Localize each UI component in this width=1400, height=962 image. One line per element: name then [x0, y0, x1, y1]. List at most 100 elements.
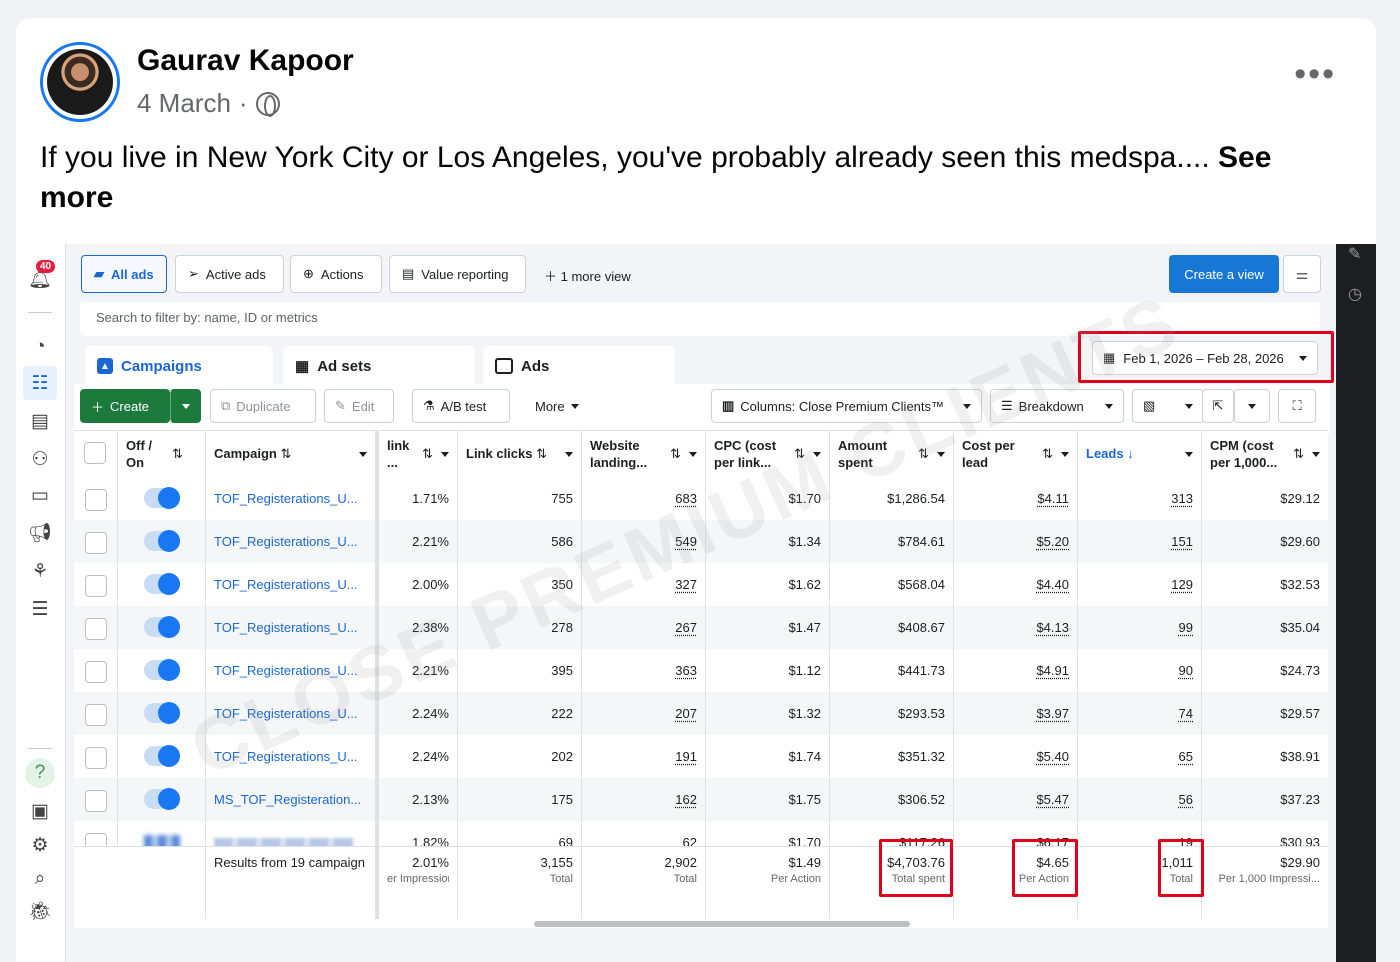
megaphone-icon[interactable]: 📢︎: [27, 520, 53, 546]
chart-icon[interactable]: ⛶: [1278, 389, 1316, 423]
menu-icon[interactable]: ☰: [27, 596, 53, 622]
post-date[interactable]: 4 March: [137, 88, 231, 119]
campaign-toggle[interactable]: [144, 702, 180, 724]
bug-icon[interactable]: 🐞︎: [27, 898, 53, 924]
col-cpc[interactable]: CPC (cost per link... ⇅: [706, 431, 830, 477]
col-amount-spent[interactable]: Amount spent ⇅: [830, 431, 954, 477]
campaign-toggle[interactable]: [144, 659, 180, 681]
date-range-picker[interactable]: ▦ Feb 1, 2026 – Feb 28, 2026: [1092, 341, 1318, 375]
cell-leads[interactable]: 56: [1078, 778, 1202, 821]
col-cost-per-lead[interactable]: Cost per lead ⇅: [954, 431, 1078, 477]
campaign-name[interactable]: TOF_Registerations_U...: [206, 520, 376, 563]
news-icon[interactable]: ▣: [27, 798, 53, 824]
cell-cpl[interactable]: $5.40: [954, 735, 1078, 778]
cell-landing[interactable]: 162: [582, 778, 706, 821]
breakdown-dropdown[interactable]: ☰ Breakdown: [990, 389, 1124, 423]
cell-landing[interactable]: 683: [582, 477, 706, 520]
campaign-toggle[interactable]: [144, 616, 180, 638]
col-ctr[interactable]: link ... ⇅: [376, 431, 458, 477]
columns-dropdown[interactable]: ▥ Columns: Close Premium Clients™: [711, 389, 982, 423]
table-row[interactable]: TOF_Registerations_U... 2.21% 586 549 $1.34 $…: [74, 520, 1328, 563]
sliders-icon[interactable]: ⚌: [1283, 255, 1321, 293]
cell-cpl[interactable]: $4.91: [954, 649, 1078, 692]
more-options-icon[interactable]: •••: [1294, 57, 1336, 91]
row-checkbox[interactable]: [85, 618, 107, 640]
col-cpm[interactable]: CPM (cost per 1,000... ⇅: [1202, 431, 1328, 477]
row-checkbox[interactable]: [85, 532, 107, 554]
cell-landing[interactable]: 327: [582, 563, 706, 606]
col-link-clicks[interactable]: Link clicks ⇅: [458, 431, 582, 477]
cell-cpl[interactable]: $4.40: [954, 563, 1078, 606]
campaign-toggle[interactable]: [144, 573, 180, 595]
campaign-name[interactable]: TOF_Registerations_U...: [206, 477, 376, 520]
campaign-name[interactable]: TOF_Registerations_U...: [206, 735, 376, 778]
campaign-toggle[interactable]: [144, 487, 180, 509]
more-button[interactable]: More: [524, 389, 588, 423]
author-name[interactable]: Gaurav Kapoor: [137, 44, 354, 78]
col-leads[interactable]: Leads ↓: [1078, 431, 1202, 477]
cell-landing[interactable]: 267: [582, 606, 706, 649]
select-all-checkbox[interactable]: [84, 442, 106, 464]
cell-leads[interactable]: 74: [1078, 692, 1202, 735]
edit-button[interactable]: ✎ Edit: [324, 389, 394, 423]
row-checkbox[interactable]: [85, 575, 107, 597]
cell-leads[interactable]: 313: [1078, 477, 1202, 520]
cell-leads[interactable]: 99: [1078, 606, 1202, 649]
billing-card-icon[interactable]: ▭: [27, 482, 53, 508]
cell-landing[interactable]: 207: [582, 692, 706, 735]
cell-cpl[interactable]: $4.13: [954, 606, 1078, 649]
cell-cpl[interactable]: $5.20: [954, 520, 1078, 563]
table-row[interactable]: TOF_Registerations_U... 2.24% 202 191 $1.74 $…: [74, 735, 1328, 778]
cell-cpl[interactable]: $3.97: [954, 692, 1078, 735]
cell-landing[interactable]: 549: [582, 520, 706, 563]
tab-active-ads[interactable]: ➢ Active ads: [175, 255, 284, 293]
table-row[interactable]: MS_TOF_Registeration... 2.13% 175 162 $1.75 $…: [74, 778, 1328, 821]
gauge-icon[interactable]: ◔: [27, 334, 53, 360]
row-checkbox[interactable]: [85, 747, 107, 769]
table-row[interactable]: TOF_Registerations_U... 2.00% 350 327 $1.62 $…: [74, 563, 1328, 606]
export-icon[interactable]: ⇱: [1202, 389, 1234, 423]
table-row[interactable]: TOF_Registerations_U... 1.71% 755 683 $1.70 $…: [74, 477, 1328, 520]
gear-icon[interactable]: ⚙: [27, 832, 53, 858]
cell-leads[interactable]: 90: [1078, 649, 1202, 692]
tab-value-reporting[interactable]: ▤ Value reporting: [389, 255, 526, 293]
table-row[interactable]: TOF_Registerations_U... 2.38% 278 267 $1.47 $…: [74, 606, 1328, 649]
tab-ads[interactable]: Ads: [483, 346, 675, 386]
create-view-button[interactable]: Create a view: [1169, 255, 1279, 293]
reports-dropdown[interactable]: ▧: [1132, 389, 1204, 423]
row-checkbox[interactable]: [85, 489, 107, 511]
table-icon[interactable]: ☷: [23, 366, 57, 400]
campaign-name[interactable]: MS_TOF_Registeration...: [206, 778, 376, 821]
create-button[interactable]: ＋ Create: [80, 389, 170, 423]
globe-icon[interactable]: [255, 91, 280, 117]
row-checkbox[interactable]: [85, 661, 107, 683]
campaign-name[interactable]: TOF_Registerations_U...: [206, 692, 376, 735]
pages-icon[interactable]: ▤: [27, 408, 53, 434]
cell-cpl[interactable]: $5.47: [954, 778, 1078, 821]
cell-leads[interactable]: 65: [1078, 735, 1202, 778]
cell-landing[interactable]: 191: [582, 735, 706, 778]
campaign-toggle[interactable]: [144, 745, 180, 767]
campaign-toggle[interactable]: [144, 530, 180, 552]
campaign-name[interactable]: TOF_Registerations_U...: [206, 649, 376, 692]
row-checkbox[interactable]: [85, 704, 107, 726]
tab-all-ads[interactable]: ▰ All ads: [81, 255, 167, 293]
help-icon[interactable]: ?: [25, 758, 55, 788]
audiences-icon[interactable]: ⚇: [27, 446, 53, 472]
search-icon[interactable]: ⌕: [27, 866, 53, 892]
campaign-name[interactable]: TOF_Registerations_U...: [206, 563, 376, 606]
duplicate-button[interactable]: ⧉ Duplicate: [210, 389, 316, 423]
more-view-link[interactable]: ＋ 1 more view: [544, 266, 631, 285]
ab-test-button[interactable]: ⚗ A/B test: [412, 389, 510, 423]
tab-campaigns[interactable]: ▲ Campaigns: [85, 346, 273, 386]
pencil-icon[interactable]: ✎: [1348, 244, 1361, 264]
table-row[interactable]: TOF_Registerations_U... 2.24% 222 207 $1.32 $…: [74, 692, 1328, 735]
col-off-on[interactable]: Off / On ⇅: [118, 431, 206, 477]
tab-actions[interactable]: ⊕ Actions: [290, 255, 382, 293]
tab-ad-sets[interactable]: ▦ Ad sets: [283, 346, 475, 386]
cell-landing[interactable]: 363: [582, 649, 706, 692]
cell-leads[interactable]: 129: [1078, 563, 1202, 606]
clock-icon[interactable]: ◷: [1348, 284, 1362, 304]
search-input[interactable]: Search to filter by: name, ID or metrics: [80, 302, 1320, 336]
horizontal-scrollbar[interactable]: [534, 921, 910, 927]
